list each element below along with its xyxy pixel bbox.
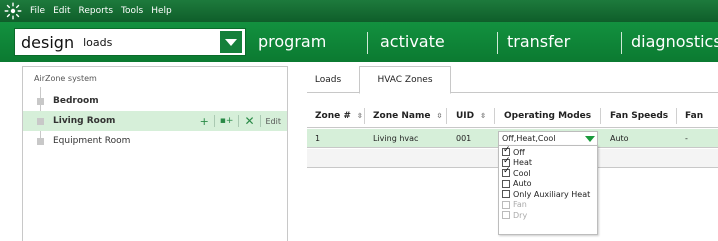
- cell-zone-name[interactable]: Living hvac: [373, 129, 418, 148]
- option-cool[interactable]: Cool: [502, 166, 597, 179]
- column-header-zone-name[interactable]: Zone Name ⇳: [373, 104, 442, 128]
- edit-button[interactable]: Edit: [266, 117, 282, 126]
- cell-fan-speeds[interactable]: Auto: [610, 129, 629, 148]
- checkbox-disabled: [502, 211, 510, 220]
- menu-help[interactable]: Help: [151, 6, 172, 16]
- option-auto[interactable]: Auto: [502, 179, 597, 190]
- column-divider: [600, 108, 601, 124]
- option-label: Heat: [513, 158, 532, 168]
- column-divider: [494, 108, 495, 124]
- option-only-auxiliary-heat[interactable]: Only Auxiliary Heat: [502, 189, 597, 200]
- operating-modes-select[interactable]: Off,Heat,Cool: [498, 131, 598, 146]
- tree-item-living-room[interactable]: Living Room + ▪+ ✕ Edit: [23, 111, 287, 131]
- chevron-down-icon[interactable]: [220, 31, 242, 53]
- cell-zone-num: 1: [315, 134, 321, 143]
- tree-item-actions: + ▪+ ✕ Edit: [200, 114, 281, 128]
- tab-loads[interactable]: Loads: [307, 66, 349, 93]
- column-header-uid[interactable]: UID ⇳: [456, 104, 486, 128]
- sort-icon[interactable]: ⇳: [357, 112, 363, 120]
- column-header-label: Zone #: [315, 111, 351, 121]
- app-logo-icon: [4, 2, 22, 20]
- zone-tree-panel: AirZone system Bedroom Living Room + ▪+ …: [22, 66, 288, 241]
- column-header-label: Zone Name: [373, 111, 431, 121]
- chevron-down-icon[interactable]: [583, 132, 597, 145]
- checkbox[interactable]: [502, 179, 510, 188]
- nav-tab-diagnostics[interactable]: diagnostics: [631, 32, 718, 51]
- checkbox[interactable]: [502, 190, 510, 199]
- nav-tab-program[interactable]: program: [258, 32, 326, 51]
- column-header-operating-modes[interactable]: Operating Modes: [504, 104, 591, 128]
- option-label: Off: [513, 147, 525, 157]
- tab-bar: Loads HVAC Zones: [307, 66, 718, 94]
- option-label: Dry: [513, 210, 528, 220]
- column-header-label: UID: [456, 111, 475, 121]
- cell-uid: 001: [456, 134, 472, 143]
- tree-item-label: Bedroom: [53, 96, 99, 106]
- tree-item-label: Living Room: [53, 116, 116, 126]
- nav-divider: [621, 32, 622, 54]
- tree-node-icon: [37, 117, 44, 125]
- tree-item-equipment-room[interactable]: Equipment Room: [23, 131, 287, 151]
- menu-tools[interactable]: Tools: [121, 6, 143, 16]
- checkbox[interactable]: [502, 166, 511, 178]
- design-tab-label: design: [21, 32, 75, 52]
- column-header-fan-speeds[interactable]: Fan Speeds: [610, 104, 668, 128]
- column-header-fan[interactable]: Fan: [685, 104, 703, 128]
- option-label: Cool: [513, 168, 531, 178]
- table-header: Zone # ⇳ Zone Name ⇳ UID ⇳ Operating Mod…: [307, 104, 718, 128]
- menu-file[interactable]: File: [30, 6, 45, 16]
- zone-details-panel: Loads HVAC Zones Zone # ⇳ Zone Name ⇳ UI…: [307, 66, 718, 241]
- cell-fan[interactable]: -: [685, 129, 688, 148]
- option-heat[interactable]: Heat: [502, 156, 597, 169]
- add-equipment-icon[interactable]: ▪+: [220, 116, 234, 126]
- main-nav: design loads program activate transfer d…: [0, 22, 718, 62]
- tree-root-label: AirZone system: [34, 74, 97, 83]
- operating-modes-dropdown: Off Heat Cool Auto Only Auxiliary Heat F…: [498, 145, 598, 235]
- column-divider: [364, 108, 365, 124]
- design-selector[interactable]: design loads: [14, 28, 246, 56]
- nav-tab-activate[interactable]: activate: [380, 32, 445, 51]
- tree-item-bedroom[interactable]: Bedroom: [23, 91, 287, 111]
- action-divider: [259, 115, 261, 127]
- menu-edit[interactable]: Edit: [53, 6, 70, 16]
- option-off[interactable]: Off: [502, 145, 597, 158]
- tree-item-label: Equipment Room: [53, 136, 131, 146]
- operating-modes-value: Off,Heat,Cool: [502, 134, 556, 143]
- checkbox-disabled: [502, 200, 510, 209]
- column-divider: [676, 108, 677, 124]
- column-divider: [446, 108, 447, 124]
- action-divider: [213, 115, 215, 127]
- design-mode-select-value[interactable]: loads: [83, 36, 220, 49]
- option-dry: Dry: [502, 210, 597, 221]
- tab-hvac-zones[interactable]: HVAC Zones: [359, 66, 451, 94]
- tree-node-icon: [37, 97, 44, 105]
- sort-icon[interactable]: ⇳: [480, 112, 486, 120]
- menu-reports[interactable]: Reports: [79, 6, 114, 16]
- nav-divider: [367, 32, 368, 54]
- delete-icon[interactable]: ✕: [244, 114, 254, 128]
- option-label: Auto: [513, 179, 532, 189]
- sort-icon[interactable]: ⇳: [436, 112, 442, 120]
- menu-bar: File Edit Reports Tools Help: [0, 0, 718, 22]
- nav-tab-transfer[interactable]: transfer: [507, 32, 570, 51]
- option-label: Fan: [513, 200, 527, 210]
- nav-divider: [497, 32, 498, 54]
- column-header-zone-num[interactable]: Zone # ⇳: [315, 104, 363, 128]
- add-icon[interactable]: +: [200, 115, 209, 128]
- option-label: Only Auxiliary Heat: [513, 189, 591, 199]
- tree-node-icon: [37, 137, 44, 145]
- action-divider: [238, 115, 240, 127]
- option-fan: Fan: [502, 200, 597, 211]
